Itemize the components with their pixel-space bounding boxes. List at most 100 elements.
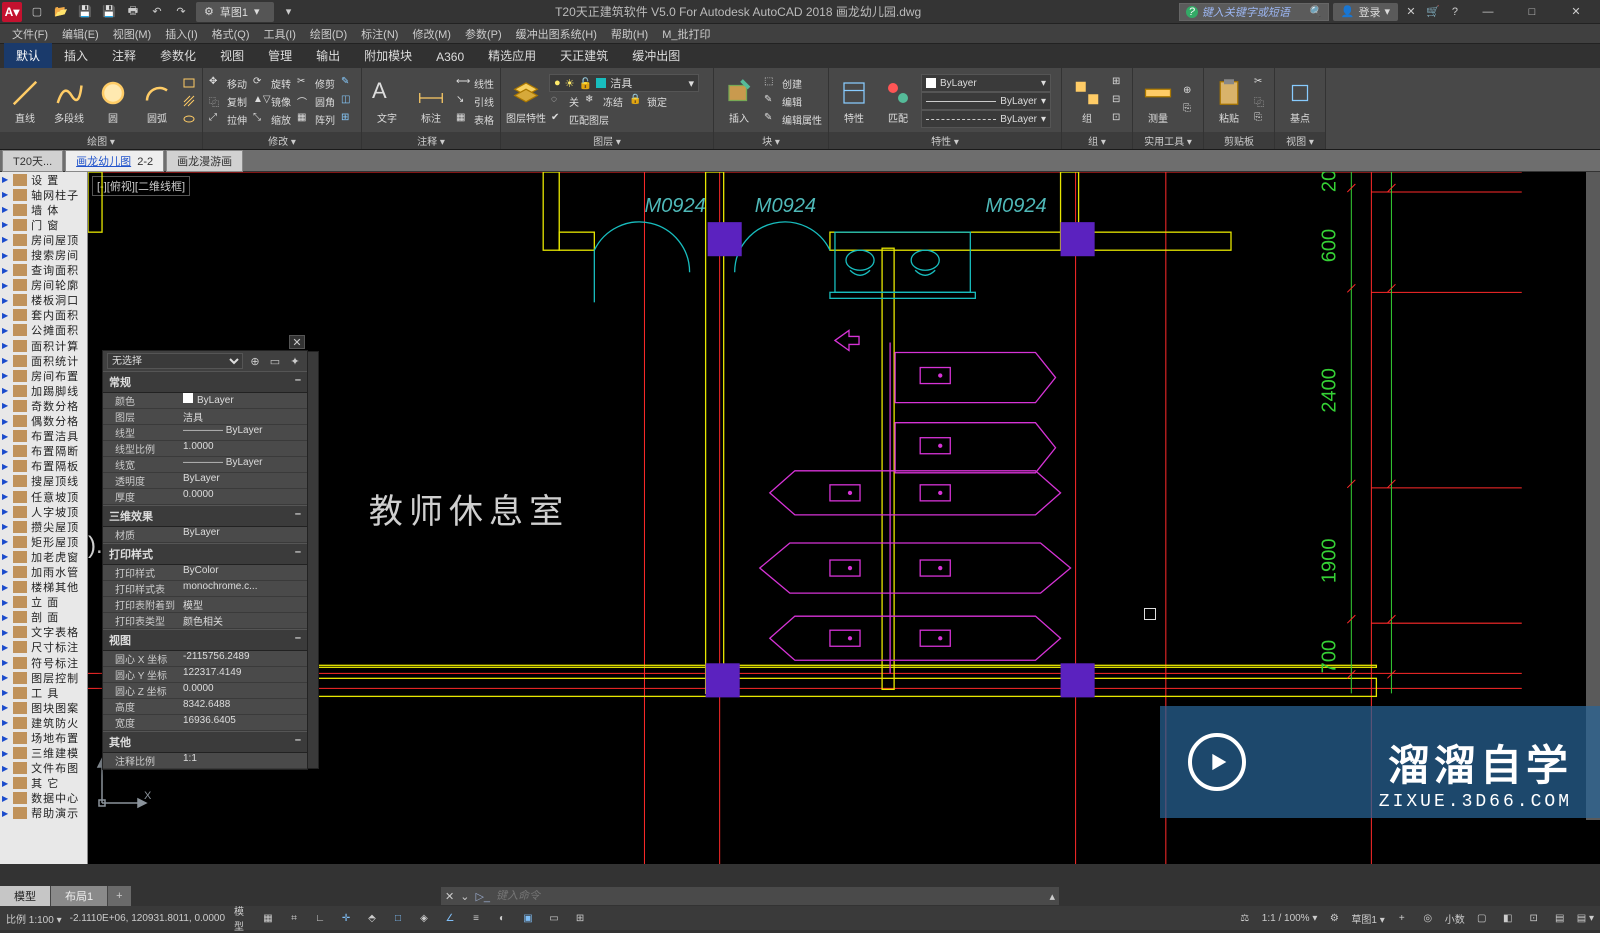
prop-pick-icon[interactable]: ✦ — [287, 353, 303, 369]
ribbon-tab-6[interactable]: 输出 — [304, 43, 352, 68]
window-close[interactable]: ✕ — [1556, 1, 1596, 23]
properties-grip[interactable] — [307, 351, 319, 769]
lineweight-dropdown[interactable]: ByLayer▾ — [921, 92, 1051, 110]
dyn-toggle-icon[interactable]: ▣ — [519, 909, 537, 927]
create-block-button[interactable]: ⬚创建 — [762, 74, 824, 92]
prop-section[interactable]: 三维效果– — [103, 505, 307, 527]
exchange-icon[interactable]: ✕ — [1402, 3, 1420, 21]
palette-item-0[interactable]: ▶设 置 — [0, 172, 87, 187]
palette-item-32[interactable]: ▶符号标注 — [0, 655, 87, 670]
prop-row[interactable]: 厚度0.0000 — [103, 489, 307, 505]
copy-button[interactable]: ⿻复制 — [207, 92, 249, 110]
layer-props-button[interactable]: 图层特性 — [505, 72, 547, 130]
palette-item-6[interactable]: ▶查询面积 — [0, 263, 87, 278]
nav-icon[interactable]: ◎ — [1419, 909, 1437, 927]
prop-row[interactable]: 注释比例1:1 — [103, 753, 307, 769]
ribbon-tab-1[interactable]: 插入 — [52, 43, 100, 68]
transparency-icon[interactable]: ◐ — [493, 909, 511, 927]
ribbon-tab-11[interactable]: 缓冲出图 — [620, 43, 692, 68]
rotate-button[interactable]: ⟳旋转 — [251, 74, 293, 92]
match-prop-button[interactable]: 匹配 — [877, 72, 919, 130]
menu-1[interactable]: 编辑(E) — [56, 24, 105, 44]
palette-item-41[interactable]: ▶数据中心 — [0, 791, 87, 806]
ribbon-tab-8[interactable]: A360 — [424, 46, 476, 68]
palette-item-8[interactable]: ▶楼板洞口 — [0, 293, 87, 308]
command-input[interactable] — [496, 890, 1043, 902]
palette-item-31[interactable]: ▶尺寸标注 — [0, 640, 87, 655]
palette-item-9[interactable]: ▶套内面积 — [0, 308, 87, 323]
insert-block-button[interactable]: 插入 — [718, 72, 760, 130]
status-menu[interactable]: ▤ ▾ — [1577, 913, 1594, 924]
linear-dim-button[interactable]: ⟷线性 — [454, 74, 496, 92]
help-icon[interactable]: ? — [1446, 3, 1464, 21]
status-ratio[interactable]: 1:1 / 100% ▾ — [1262, 913, 1318, 924]
menu-4[interactable]: 格式(Q) — [206, 24, 256, 44]
app-icon[interactable]: A▾ — [2, 2, 22, 22]
palette-item-21[interactable]: ▶任意坡顶 — [0, 489, 87, 504]
menu-8[interactable]: 修改(M) — [406, 24, 457, 44]
palette-item-27[interactable]: ▶楼梯其他 — [0, 580, 87, 595]
otrack-toggle-icon[interactable]: ∠ — [441, 909, 459, 927]
status-units[interactable]: 小数 — [1445, 911, 1465, 926]
menu-6[interactable]: 绘图(D) — [304, 24, 353, 44]
palette-item-40[interactable]: ▶其 它 — [0, 776, 87, 791]
ortho-toggle-icon[interactable]: ∟ — [311, 909, 329, 927]
palette-item-1[interactable]: ▶轴网柱子 — [0, 187, 87, 202]
polyline-button[interactable]: 多段线 — [48, 72, 90, 130]
qat-open-icon[interactable]: 📂 — [52, 3, 70, 21]
layer-off-button[interactable]: ◌关 — [549, 92, 581, 110]
layer-dropdown[interactable]: ● ☀ 🔓 洁具 ▾ — [549, 74, 699, 92]
ribbon-tab-10[interactable]: 天正建筑 — [548, 43, 620, 68]
plus-icon[interactable]: + — [1393, 909, 1411, 927]
3dosnap-toggle-icon[interactable]: ◈ — [415, 909, 433, 927]
lwt-toggle-icon[interactable]: ≡ — [467, 909, 485, 927]
palette-item-13[interactable]: ▶房间布置 — [0, 368, 87, 383]
osnap-toggle-icon[interactable]: □ — [389, 909, 407, 927]
qat-saveas-icon[interactable]: 💾 — [100, 3, 118, 21]
qat-redo-icon[interactable]: ↷ — [172, 3, 190, 21]
status-extra-1[interactable]: ▢ — [1473, 909, 1491, 927]
palette-item-10[interactable]: ▶公摊面积 — [0, 323, 87, 338]
group-extra-2[interactable]: ⊟ — [1110, 92, 1128, 110]
layout-tab-1[interactable]: 布局1 — [51, 886, 108, 906]
palette-item-2[interactable]: ▶墙 体 — [0, 202, 87, 217]
annoscale-icon[interactable]: ⚖ — [1236, 909, 1254, 927]
palette-item-39[interactable]: ▶文件布图 — [0, 761, 87, 776]
properties-close-button[interactable]: ✕ — [289, 335, 305, 349]
palette-item-15[interactable]: ▶奇数分格 — [0, 398, 87, 413]
palette-item-30[interactable]: ▶文字表格 — [0, 625, 87, 640]
palette-item-20[interactable]: ▶搜屋顶线 — [0, 474, 87, 489]
prop-row[interactable]: 图层洁具 — [103, 409, 307, 425]
layer-freeze-button[interactable]: ❄冻结 — [583, 92, 625, 110]
ribbon-tab-7[interactable]: 附加模块 — [352, 43, 424, 68]
palette-item-34[interactable]: ▶工 具 — [0, 685, 87, 700]
ribbon-tab-4[interactable]: 视图 — [208, 43, 256, 68]
prop-section[interactable]: 视图– — [103, 629, 307, 651]
prop-row[interactable]: 圆心 Y 坐标122317.4149 — [103, 667, 307, 683]
prop-row[interactable]: 透明度ByLayer — [103, 473, 307, 489]
status-extra-2[interactable]: ◧ — [1499, 909, 1517, 927]
doc-tab-other[interactable]: 画龙漫游画 — [166, 150, 243, 172]
status-anno[interactable]: 草图1 ▾ — [1351, 911, 1384, 926]
modify-extra-2[interactable]: ◫ — [339, 92, 357, 110]
modify-extra-1[interactable]: ✎ — [339, 74, 357, 92]
menu-9[interactable]: 参数(P) — [459, 24, 508, 44]
status-scale[interactable]: 比例 1:100 ▾ — [6, 911, 62, 926]
properties-button[interactable]: 特性 — [833, 72, 875, 130]
util-extra-2[interactable]: ⎘ — [1181, 101, 1199, 119]
palette-item-35[interactable]: ▶图块图案 — [0, 700, 87, 715]
polar-toggle-icon[interactable]: ✛ — [337, 909, 355, 927]
group-extra-1[interactable]: ⊞ — [1110, 74, 1128, 92]
array-button[interactable]: ▦阵列 — [295, 110, 337, 128]
palette-item-42[interactable]: ▶帮助演示 — [0, 806, 87, 821]
ribbon-tab-0[interactable]: 默认 — [4, 43, 52, 68]
modify-extra-3[interactable]: ⊞ — [339, 110, 357, 128]
window-minimize[interactable]: — — [1468, 1, 1508, 23]
scale-button[interactable]: ⤡缩放 — [251, 110, 293, 128]
menu-2[interactable]: 视图(M) — [107, 24, 158, 44]
prop-row[interactable]: 线型比例1.0000 — [103, 441, 307, 457]
snap-toggle-icon[interactable]: ⌗ — [285, 909, 303, 927]
palette-item-19[interactable]: ▶布置隔板 — [0, 459, 87, 474]
prop-row[interactable]: 圆心 Z 坐标0.0000 — [103, 683, 307, 699]
gear-icon[interactable]: ⚙ — [1325, 909, 1343, 927]
